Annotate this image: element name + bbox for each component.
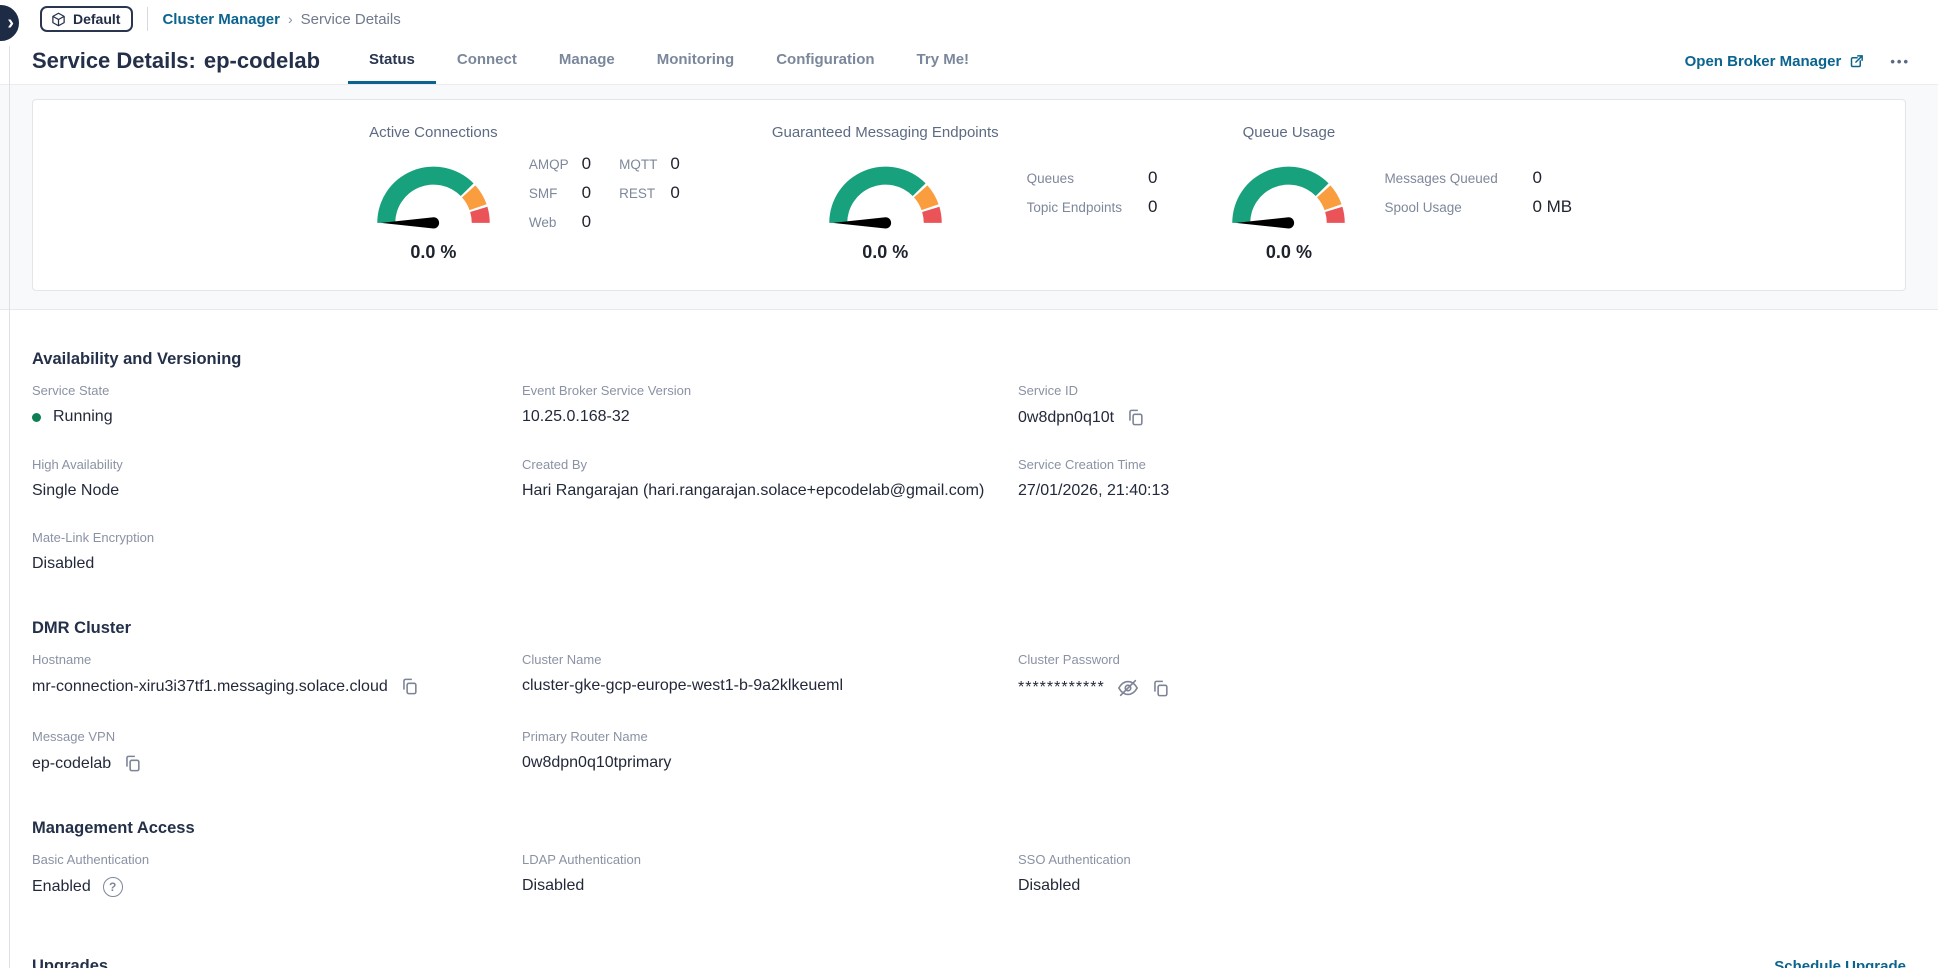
tab-manage[interactable]: Manage [538,38,636,84]
topbar: Default Cluster Manager › Service Detail… [0,0,1938,38]
breadcrumb-current: Service Details [301,11,401,28]
availability-grid: Service State Running Event Broker Servi… [32,383,1906,573]
service-state-value: Running [53,408,113,426]
field-message-vpn: Message VPN ep-codelab [32,729,522,773]
usage-summary-card: Active Connections 0.0 % AMQP 0 MQTT 0 S… [32,99,1906,291]
chevron-right-icon: › [7,12,14,35]
gauge-band: Active Connections 0.0 % AMQP 0 MQTT 0 S… [0,85,1938,310]
tab-status[interactable]: Status [348,38,436,84]
copy-password-icon[interactable] [1151,679,1170,698]
gauge-chart [818,153,953,232]
field-high-availability: High Availability Single Node [32,457,522,500]
external-link-icon [1849,54,1864,69]
section-upgrades-heading: Upgrades [32,957,108,968]
topbar-divider [147,7,148,31]
copy-hostname-icon[interactable] [400,677,419,696]
field-service-state: Service State Running [32,383,522,427]
field-basic-auth: Basic Authentication Enabled ? [32,852,522,897]
copy-message-vpn-icon[interactable] [123,754,142,773]
tab-bar: Status Connect Manage Monitoring Configu… [348,38,990,84]
tab-monitoring[interactable]: Monitoring [636,38,755,84]
field-hostname: Hostname mr-connection-xiru3i37tf1.messa… [32,652,522,699]
help-icon[interactable]: ? [103,877,123,897]
details-content: Availability and Versioning Service Stat… [0,350,1938,968]
more-actions-icon[interactable]: ••• [1888,50,1912,73]
field-creation-time: Service Creation Time 27/01/2026, 21:40:… [1018,457,1906,500]
copy-service-id-icon[interactable] [1126,408,1145,427]
tab-connect[interactable]: Connect [436,38,538,84]
section-management-heading: Management Access [32,819,1906,838]
page-title: Service Details: ep-codelab [32,38,320,84]
gauge-queue-usage: Queue Usage 0.0 % Messages Queued 0 Spoo… [1221,124,1572,290]
section-dmr-heading: DMR Cluster [32,619,1906,638]
open-broker-manager-link[interactable]: Open Broker Manager [1685,53,1865,70]
field-service-version: Event Broker Service Version 10.25.0.168… [522,383,1018,427]
masked-password: ************ [1018,679,1105,697]
tab-configuration[interactable]: Configuration [755,38,895,84]
management-grid: Basic Authentication Enabled ? LDAP Auth… [32,852,1906,897]
tab-try-me[interactable]: Try Me! [896,38,991,84]
gauge-percent: 0.0 % [1266,242,1312,263]
queue-stats: Messages Queued 0 Spool Usage 0 MB [1384,168,1572,290]
field-primary-router: Primary Router Name 0w8dpn0q10tprimary [522,729,1018,773]
gauge-guaranteed-messaging-endpoints: Guaranteed Messaging Endpoints 0.0 % Que… [772,124,1158,290]
gauge-title: Active Connections [369,124,497,141]
field-mate-link-encryption: Mate-Link Encryption Disabled [32,530,522,573]
gauge-percent: 0.0 % [410,242,456,263]
gauge-percent: 0.0 % [862,242,908,263]
section-availability-heading: Availability and Versioning [32,350,1906,369]
cube-icon [51,12,66,27]
upgrades-row: Upgrades Schedule Upgrade [32,957,1906,968]
status-running-dot [32,413,41,422]
field-created-by: Created By Hari Rangarajan (hari.rangara… [522,457,1018,500]
breadcrumb-cluster-manager[interactable]: Cluster Manager [162,11,280,28]
gauge-title: Guaranteed Messaging Endpoints [772,124,999,141]
breadcrumb: Cluster Manager › Service Details [162,11,400,28]
breadcrumb-separator-icon: › [288,11,293,27]
field-sso-auth: SSO Authentication Disabled [1018,852,1906,897]
schedule-upgrade-link[interactable]: Schedule Upgrade [1774,958,1906,968]
field-service-id: Service ID 0w8dpn0q10t [1018,383,1906,427]
dmr-grid: Hostname mr-connection-xiru3i37tf1.messa… [32,652,1906,773]
show-password-eye-off-icon[interactable] [1117,677,1139,699]
workspace-badge-label: Default [73,11,120,27]
field-cluster-password: Cluster Password ************ [1018,652,1906,699]
field-ldap-auth: LDAP Authentication Disabled [522,852,1018,897]
gauge-title: Queue Usage [1243,124,1336,141]
gauge-active-connections: Active Connections 0.0 % AMQP 0 MQTT 0 S… [366,124,708,290]
page-header: Service Details: ep-codelab Status Conne… [0,38,1938,85]
service-name: ep-codelab [204,48,320,74]
endpoint-stats: Queues 0 Topic Endpoints 0 [1027,168,1158,290]
field-cluster-name: Cluster Name cluster-gke-gcp-europe-west… [522,652,1018,699]
workspace-badge[interactable]: Default [40,6,133,32]
gauge-chart [1221,153,1356,232]
gauge-chart [366,153,501,232]
connection-stats: AMQP 0 MQTT 0 SMF 0 REST 0 Web 0 [529,154,708,290]
